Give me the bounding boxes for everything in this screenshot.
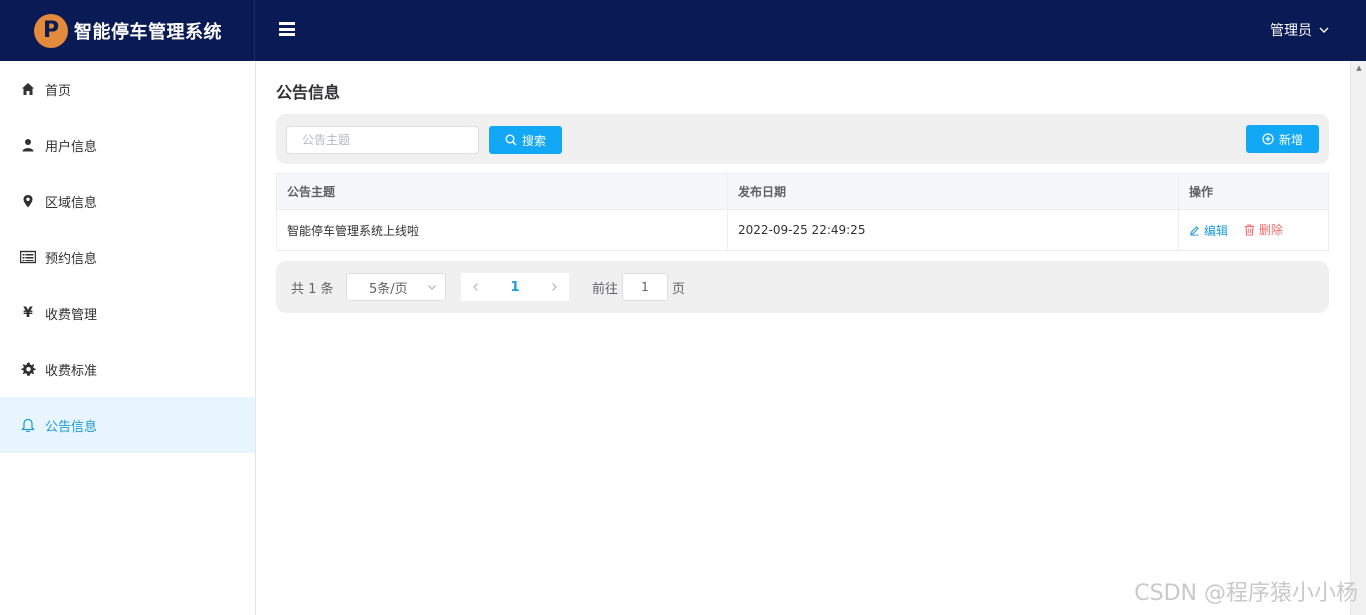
sidebar-item-regions[interactable]: 区域信息 (0, 173, 255, 229)
sidebar-item-label: 区域信息 (45, 195, 98, 211)
brand: P 智能停车管理系统 (0, 0, 255, 61)
cell-date: 2022-09-25 22:49:25 (727, 209, 1179, 251)
add-button-label: 新增 (1278, 132, 1303, 147)
plus-circle-icon (1262, 133, 1274, 145)
goto-prefix: 前往 (592, 282, 619, 297)
next-page-button[interactable] (539, 273, 569, 301)
prev-page-button[interactable] (461, 273, 491, 301)
top-bar: P 智能停车管理系统 管理员 (0, 0, 1366, 61)
user-label: 管理员 (1270, 23, 1312, 39)
delete-button[interactable]: 删除 (1244, 221, 1283, 238)
cell-actions: 编辑 删除 (1178, 209, 1329, 251)
sidebar-item-label: 公告信息 (45, 419, 98, 435)
goto-suffix: 页 (672, 282, 686, 297)
page-size-value: 5条/页 (369, 281, 408, 297)
search-input[interactable] (286, 126, 479, 154)
search-button-label: 搜索 (521, 133, 546, 148)
search-button[interactable]: 搜索 (489, 126, 562, 154)
sidebar-item-fees[interactable]: ¥ 收费管理 (0, 285, 255, 341)
sidebar-item-label: 预约信息 (45, 251, 98, 267)
menu-toggle-icon[interactable] (279, 22, 295, 36)
trash-icon (1244, 224, 1254, 236)
sidebar-item-announcements[interactable]: 公告信息 (0, 397, 255, 453)
sidebar-item-home[interactable]: 首页 (0, 61, 255, 117)
column-header-actions: 操作 (1178, 173, 1329, 210)
sidebar: 首页 用户信息 区域信息 预约信息 ¥ 收费管理 收费标准 公告信息 (0, 61, 256, 615)
page-number-current[interactable]: 1 (491, 273, 539, 301)
announcements-table: 公告主题 发布日期 操作 智能停车管理系统上线啦 2022-09-25 22:4… (276, 173, 1329, 251)
table-header-row: 公告主题 发布日期 操作 (276, 173, 1329, 210)
total-count: 共 1 条 (291, 282, 334, 297)
sidebar-item-label: 首页 (45, 83, 72, 99)
sidebar-item-reservations[interactable]: 预约信息 (0, 229, 255, 285)
app-title: 智能停车管理系统 (74, 21, 222, 43)
search-icon (505, 134, 517, 146)
bell-icon (20, 417, 36, 433)
watermark: CSDN @程序猿小小杨 (1134, 581, 1358, 606)
chevron-down-icon (428, 285, 436, 290)
sidebar-item-users[interactable]: 用户信息 (0, 117, 255, 173)
sidebar-item-label: 收费标准 (45, 363, 98, 379)
sidebar-item-label: 用户信息 (45, 139, 98, 155)
column-header-date: 发布日期 (727, 173, 1179, 210)
edit-icon (1190, 225, 1199, 236)
add-button[interactable]: 新增 (1246, 125, 1319, 153)
home-icon (20, 81, 36, 97)
edit-label: 编辑 (1204, 223, 1229, 238)
delete-label: 删除 (1258, 223, 1283, 238)
yen-icon: ¥ (23, 305, 33, 321)
search-toolbar: 搜索 新增 (276, 114, 1329, 164)
table-row: 智能停车管理系统上线啦 2022-09-25 22:49:25 编辑 删除 (276, 209, 1329, 251)
user-menu[interactable]: 管理员 (1270, 20, 1330, 40)
user-icon (20, 137, 36, 153)
list-icon (20, 249, 36, 265)
column-header-subject: 公告主题 (276, 173, 728, 210)
logo: P (34, 13, 68, 48)
cell-subject: 智能停车管理系统上线啦 (276, 209, 728, 251)
scrollbar[interactable]: ▲ (1350, 61, 1366, 615)
sidebar-item-fee-standards[interactable]: 收费标准 (0, 341, 255, 397)
chevron-right-icon (552, 283, 557, 291)
sidebar-item-label: 收费管理 (45, 307, 98, 323)
goto-page-input[interactable] (622, 273, 668, 301)
chevron-down-icon (1319, 27, 1329, 33)
scroll-up-icon[interactable]: ▲ (1351, 61, 1366, 75)
edit-button[interactable]: 编辑 (1189, 222, 1228, 239)
page-size-select[interactable]: 5条/页 (346, 273, 446, 301)
page-title: 公告信息 (276, 83, 341, 102)
main-content: 公告信息 搜索 新增 公告主题 发布日期 操作 智能停车管理系统上线啦 2022… (256, 61, 1350, 615)
location-icon (20, 193, 36, 209)
chevron-left-icon (473, 283, 478, 291)
pagination: 共 1 条 5条/页 1 前往 页 (276, 261, 1329, 313)
gear-icon (20, 361, 36, 377)
